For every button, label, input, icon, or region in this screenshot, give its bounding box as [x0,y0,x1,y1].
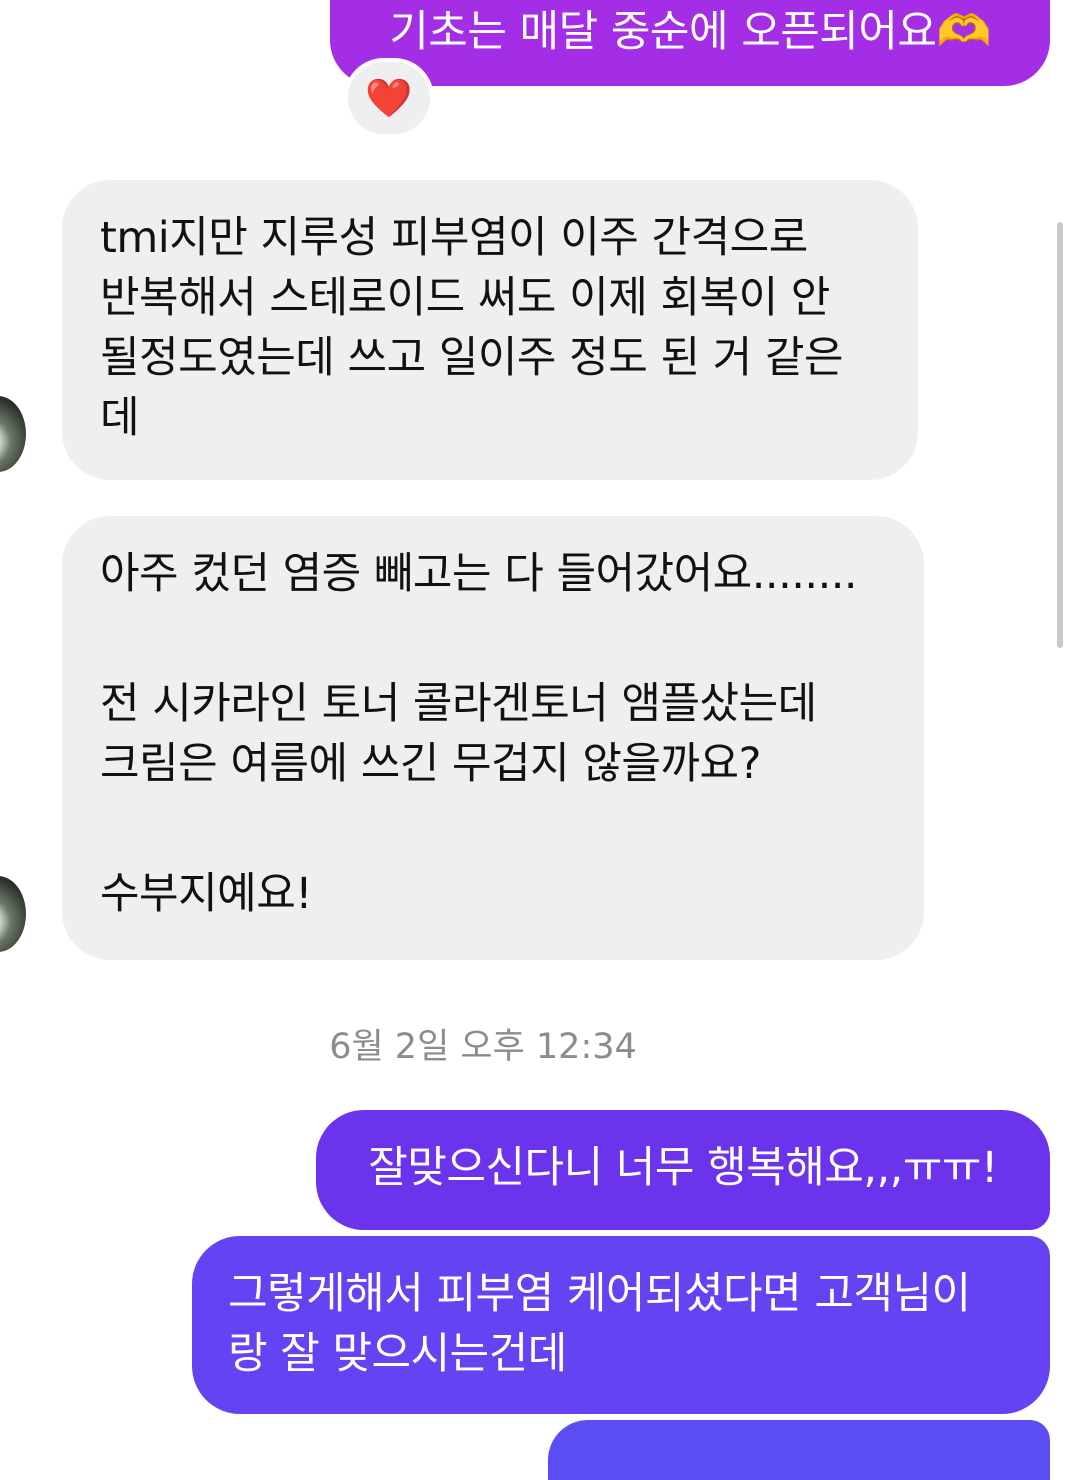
sender-avatar[interactable] [0,876,26,952]
sender-avatar[interactable] [0,396,26,472]
heart-hands-icon: 🫶 [936,6,992,57]
message-line: 랑 잘 맞으시는건데 [228,1329,567,1379]
scrollbar[interactable] [1057,222,1063,648]
message-line: tmi지만 지루성 피부염이 이주 간격으로 [100,213,808,263]
message-line: 될정도였는데 쓰고 일이주 정도 된 거 같은 [100,333,844,383]
heart-reaction[interactable]: ❤️ [344,58,434,138]
outgoing-message-2[interactable]: 잘맞으신다니 너무 행복해요,,,ㅠㅠ! [316,1110,1050,1230]
message-line: 수부지예요! [100,869,313,919]
message-line: 아주 컸던 염증 빼고는 다 들어갔어요........ [100,549,858,599]
message-line: 데 [100,393,140,443]
message-line: 그렇게해서 피부염 케어되셨다면 고객님이 [228,1269,971,1319]
incoming-message-2[interactable]: 아주 컸던 염증 빼고는 다 들어갔어요........ 전 시카라인 토너 콜라… [62,516,924,960]
outgoing-message-3[interactable]: 그렇게해서 피부염 케어되셨다면 고객님이랑 잘 맞으시는건데 [192,1236,1050,1414]
incoming-message-1[interactable]: tmi지만 지루성 피부염이 이주 간격으로반복해서 스테로이드 써도 이제 회… [62,180,918,480]
message-line: 반복해서 스테로이드 써도 이제 회복이 안 [100,273,830,323]
outgoing-message-partial[interactable] [548,1420,1050,1480]
outgoing-message-1[interactable]: 기초는 매달 중순에 오픈되어요🫶 [330,0,1050,86]
message-line: 전 시카라인 토너 콜라겐토너 앰플샀는데 [100,679,817,729]
message-text: 기초는 매달 중순에 오픈되어요 [389,7,937,57]
message-timestamp: 6월 2일 오후 12:34 [329,1027,637,1067]
message-line: 크림은 여름에 쓰긴 무겁지 않을까요? [100,739,761,789]
heart-icon: ❤️ [365,75,413,120]
message-text: 잘맞으신다니 너무 행복해요,,,ㅠㅠ! [368,1143,998,1193]
